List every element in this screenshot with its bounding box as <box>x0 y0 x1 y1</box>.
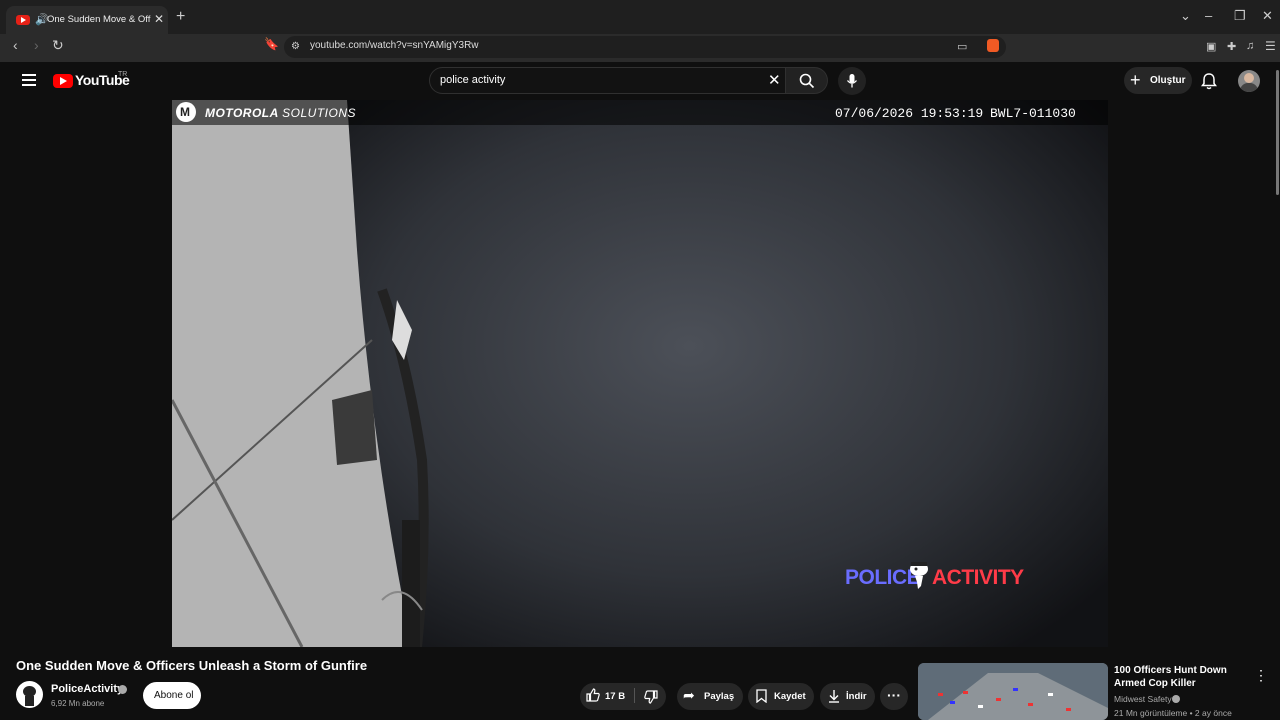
country-code: TR <box>118 71 128 78</box>
hamburger-menu-icon[interactable] <box>22 74 36 86</box>
verified-badge-icon <box>118 685 127 694</box>
cast-icon[interactable]: ▭ <box>957 40 967 53</box>
share-icon: ➦ <box>683 687 695 703</box>
recommended-video-thumbnail[interactable] <box>918 663 1108 720</box>
forward-icon[interactable]: › <box>34 37 39 53</box>
plus-icon: + <box>1130 70 1141 90</box>
police-activity-mascot-icon <box>910 562 928 589</box>
bodycam-id: BWL7-011030 <box>990 106 1076 121</box>
overlay-brand-name: MOTOROLA <box>205 106 279 120</box>
save-bookmark-icon <box>756 689 767 703</box>
url-text[interactable]: youtube.com/watch?v=snYAMigY3Rw <box>310 40 479 51</box>
youtube-logo-icon[interactable] <box>53 74 73 88</box>
clear-search-icon[interactable]: ✕ <box>768 71 781 89</box>
tab-search-icon[interactable]: ⌄ <box>1180 8 1191 24</box>
wallet-icon[interactable]: ▣ <box>1206 40 1216 53</box>
tab-title: One Sudden Move & Officers Unleash a Sto… <box>47 14 151 25</box>
minimize-icon[interactable]: – <box>1205 8 1212 23</box>
youtube-favicon-icon <box>16 15 30 25</box>
save-button-label: Kaydet <box>774 691 806 702</box>
video-title: One Sudden Move & Officers Unleash a Sto… <box>16 658 368 673</box>
motorola-logo-icon <box>176 102 196 122</box>
recommended-video-channel[interactable]: Midwest Safety <box>1114 694 1172 704</box>
extensions-icon[interactable]: ✚ <box>1227 40 1236 53</box>
search-input-value[interactable]: police activity <box>440 74 505 86</box>
restore-icon[interactable]: ❐ <box>1234 8 1246 24</box>
thumbnail-image <box>918 663 1108 720</box>
recommended-video-title[interactable]: 100 Officers Hunt Down Armed Cop Killer <box>1114 664 1254 690</box>
page-scrollbar[interactable] <box>1276 70 1279 195</box>
menu-icon[interactable]: ☰ <box>1265 39 1276 53</box>
media-icon[interactable]: ♫ <box>1246 40 1254 52</box>
search-icon <box>799 73 815 89</box>
channel-name[interactable]: PoliceActivity <box>51 683 123 695</box>
channel-avatar[interactable] <box>16 681 43 708</box>
back-icon[interactable]: ‹ <box>13 37 18 53</box>
close-tab-icon[interactable]: ✕ <box>154 12 164 26</box>
bookmark-icon[interactable]: 🔖 <box>264 37 279 51</box>
like-count[interactable]: 17 B <box>605 691 625 702</box>
more-vertical-icon[interactable]: ⋮ <box>1254 667 1268 684</box>
subscribe-button-label: Abone ol <box>154 690 194 701</box>
close-window-icon[interactable]: ✕ <box>1262 8 1273 24</box>
video-player[interactable] <box>172 100 1108 647</box>
subscriber-count: 6,92 Mn abone <box>51 699 105 708</box>
like-divider <box>634 688 635 703</box>
download-button-label: İndir <box>846 691 867 702</box>
bodycam-timestamp: 07/06/2026 19:53:19 <box>835 106 984 121</box>
dislike-icon[interactable] <box>644 690 658 704</box>
more-horizontal-icon: ··· <box>887 687 901 703</box>
recommended-video-meta: 21 Mn görüntüleme • 2 ay önce <box>1114 708 1232 718</box>
account-avatar[interactable] <box>1238 70 1260 92</box>
recommended-verified-icon <box>1172 695 1180 703</box>
download-icon <box>829 690 839 703</box>
microphone-icon <box>846 74 858 88</box>
voice-search-button[interactable] <box>838 67 866 95</box>
browser-tab-strip <box>0 0 1280 34</box>
bodycam-frame <box>172 100 1108 647</box>
overlay-brand-suffix: SOLUTIONS <box>282 106 357 120</box>
search-button[interactable] <box>786 67 828 94</box>
share-button-label: Paylaş <box>704 691 735 702</box>
create-button-label: Oluştur <box>1150 75 1186 86</box>
reload-icon[interactable]: ↻ <box>52 37 64 54</box>
site-info-icon[interactable]: ⚙ <box>291 41 300 52</box>
overlay-brand: MOTOROLA SOLUTIONS <box>205 106 356 120</box>
brave-shield-icon[interactable] <box>987 39 999 52</box>
browser-tab[interactable]: 🔊 One Sudden Move & Officers Unleash a S… <box>6 6 168 34</box>
watermark-activity: ACTIVITY <box>932 566 1024 589</box>
notifications-bell-icon[interactable] <box>1201 72 1217 90</box>
new-tab-button[interactable]: + <box>176 8 185 26</box>
like-icon[interactable] <box>586 688 600 702</box>
